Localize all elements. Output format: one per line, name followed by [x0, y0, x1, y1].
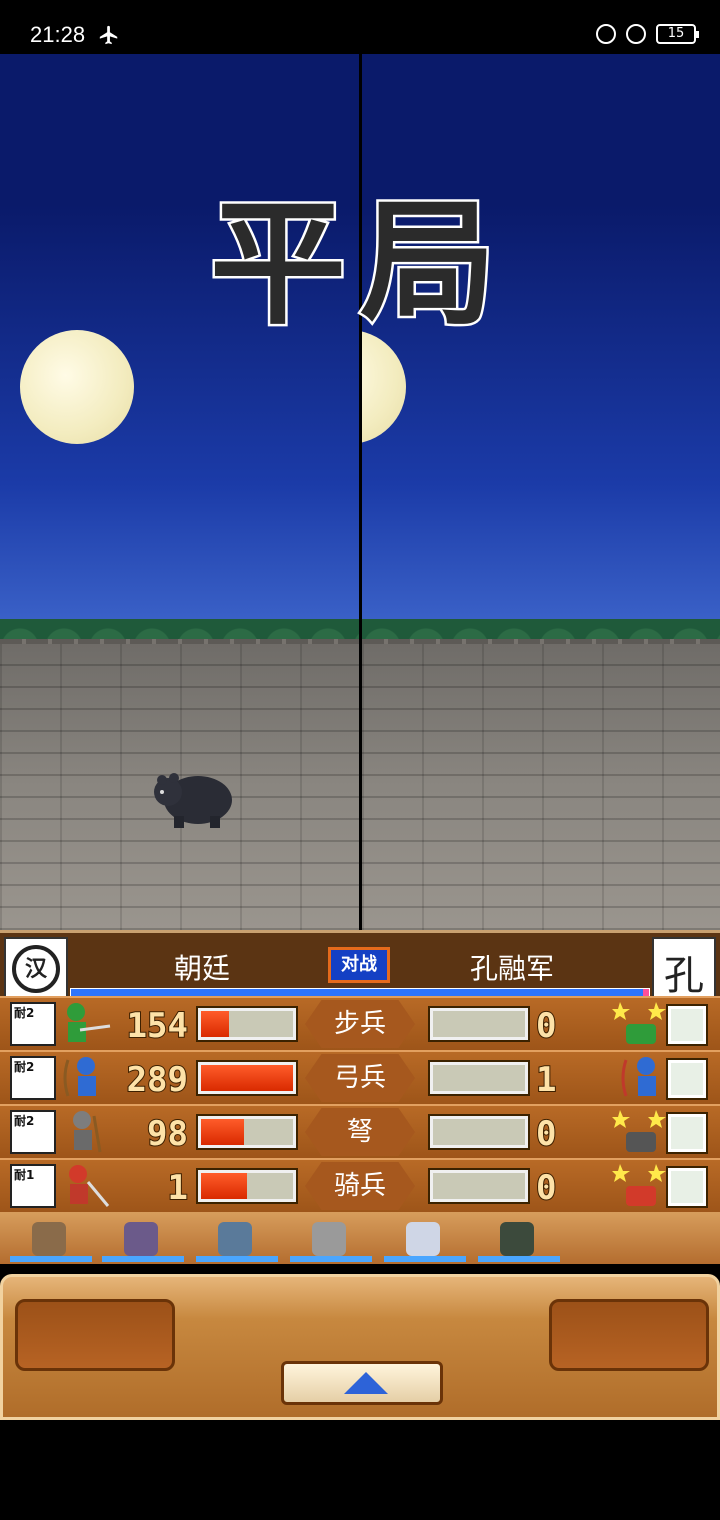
left-gauge-fill [201, 1173, 247, 1199]
officer-face [500, 1222, 534, 1256]
troop-row: 耐2 154 步兵 0 [0, 996, 720, 1050]
bear-unit [154, 773, 232, 828]
unit-badge: 耐2 [10, 1110, 56, 1154]
expand-button[interactable] [281, 1361, 443, 1405]
troop-type-label: 步兵 [305, 1000, 415, 1048]
right-troop-gauge [428, 1114, 530, 1150]
right-troop-gauge [428, 1168, 530, 1204]
right-troop-count: 1 [535, 1059, 557, 1101]
officer-hp-bar [102, 1256, 184, 1262]
right-troop-gauge [428, 1060, 530, 1096]
officer-portrait[interactable] [190, 1212, 280, 1264]
left-troop-count: 289 [126, 1059, 189, 1101]
left-emblem-char: 汉 [12, 945, 60, 993]
right-faction-emblem: 孔 [652, 937, 716, 1001]
troop-rows: 耐2 154 步兵 0 耐2 289 弓兵 1 耐2 98 弩 0 耐1 1 骑… [0, 996, 720, 1212]
left-troop-count: 98 [146, 1113, 189, 1155]
defeated-infantry-icon [612, 1002, 666, 1044]
status-bar: 21:28 15 [0, 0, 720, 54]
officer-portrait[interactable] [4, 1212, 94, 1264]
officer-hp-bar [290, 1256, 372, 1262]
left-gauge-fill [201, 1119, 245, 1145]
battle-status-panel: 汉 朝廷 对战 孔融军 孔 耐2 154 步兵 0 耐2 289 弓兵 1 耐2… [0, 930, 720, 1264]
right-unit-slot [666, 1058, 708, 1100]
left-troop-count: 1 [167, 1167, 189, 1209]
control-board [0, 1274, 720, 1420]
left-troop-gauge [196, 1168, 298, 1204]
defeated-crossbow-icon [612, 1110, 666, 1152]
right-troop-count: 0 [535, 1113, 557, 1155]
troop-type-label: 弓兵 [305, 1054, 415, 1102]
rotation-lock-icon [626, 24, 646, 44]
officer-portrait[interactable] [472, 1212, 562, 1264]
right-unit-slot [666, 1112, 708, 1154]
right-unit-slot [666, 1004, 708, 1046]
officer-portraits [0, 1212, 720, 1264]
city-wall-right [362, 644, 720, 930]
officer-hp-bar [10, 1256, 92, 1262]
officer-portrait[interactable] [378, 1212, 468, 1264]
right-unit-slot [666, 1166, 708, 1208]
right-troop-gauge [428, 1006, 530, 1042]
officer-portrait[interactable] [96, 1212, 186, 1264]
unit-badge: 耐2 [10, 1056, 56, 1100]
enemy-archer-icon [621, 1057, 656, 1097]
clock: 21:28 [30, 22, 86, 47]
unit-badge: 耐1 [10, 1164, 56, 1208]
troop-type-label: 骑兵 [305, 1162, 415, 1210]
officer-face [32, 1222, 66, 1256]
troop-row: 耐2 98 弩 0 [0, 1104, 720, 1158]
right-troop-count: 0 [535, 1167, 557, 1209]
left-troop-gauge [196, 1060, 298, 1096]
officer-hp-bar [384, 1256, 466, 1262]
vs-badge: 对战 [328, 947, 390, 983]
panel-header: 汉 朝廷 对战 孔融军 孔 [0, 930, 720, 1001]
right-troop-count: 0 [535, 1005, 557, 1047]
left-troop-gauge [196, 1114, 298, 1150]
battle-scene: 平局 [0, 54, 720, 930]
status-icons: 15 [596, 24, 699, 44]
officer-face [312, 1222, 346, 1256]
battle-result-title: 平局 [208, 182, 510, 347]
left-faction-emblem: 汉 [4, 937, 68, 1001]
up-arrow-icon [344, 1372, 388, 1394]
officer-face [406, 1222, 440, 1256]
troop-row: 耐2 289 弓兵 1 [0, 1050, 720, 1104]
battery-icon: 15 [656, 24, 699, 44]
left-side-name: 朝廷 [174, 952, 231, 985]
officer-face [124, 1222, 158, 1256]
defeated-cavalry-icon [612, 1164, 666, 1206]
officer-hp-bar [196, 1256, 278, 1262]
right-emblem-char: 孔 [664, 953, 704, 999]
left-gauge-fill [201, 1065, 293, 1091]
data-saver-icon [596, 24, 616, 44]
troop-type-label: 弩 [305, 1108, 415, 1156]
left-troop-gauge [196, 1006, 298, 1042]
officer-hp-bar [478, 1256, 560, 1262]
officer-face [218, 1222, 252, 1256]
left-troop-count: 154 [126, 1005, 189, 1047]
left-gauge-fill [201, 1011, 229, 1037]
right-side-name: 孔融军 [470, 952, 555, 985]
airplane-mode-icon [99, 25, 118, 45]
unit-badge: 耐2 [10, 1002, 56, 1046]
right-action-button[interactable] [549, 1299, 709, 1371]
left-action-button[interactable] [15, 1299, 175, 1371]
troop-row: 耐1 1 骑兵 0 [0, 1158, 720, 1212]
officer-portrait[interactable] [284, 1212, 374, 1264]
control-area [0, 1264, 720, 1420]
